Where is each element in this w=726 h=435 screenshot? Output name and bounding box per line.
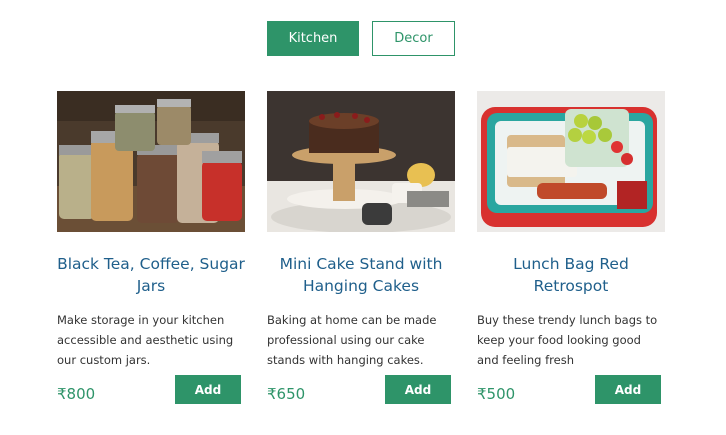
product-description: Buy these trendy lunch bags to keep your… — [477, 313, 658, 367]
product-card: Mini Cake Stand with Hanging Cakes Bakin… — [267, 91, 455, 370]
product-description: Baking at home can be made professional … — [267, 313, 437, 367]
product-image-cake — [267, 91, 455, 232]
tab-kitchen[interactable]: Kitchen — [267, 21, 359, 56]
product-price: ₹800 — [57, 385, 96, 403]
product-price: ₹650 — [267, 385, 306, 403]
product-card: Black Tea, Coffee, Sugar Jars Make stora… — [57, 91, 245, 370]
product-card: Lunch Bag Red Retrospot Buy these trendy… — [477, 91, 665, 370]
product-title: Black Tea, Coffee, Sugar Jars — [57, 255, 245, 295]
product-title: Mini Cake Stand with Hanging Cakes — [279, 255, 443, 295]
add-button[interactable]: Add — [595, 375, 661, 404]
product-price: ₹500 — [477, 385, 516, 403]
product-title: Lunch Bag Red Retrospot — [513, 255, 629, 295]
add-button[interactable]: Add — [175, 375, 241, 404]
add-button[interactable]: Add — [385, 375, 451, 404]
product-description: Make storage in your kitchen accessible … — [57, 313, 234, 367]
category-tabs: Kitchen Decor — [267, 21, 455, 56]
tab-decor[interactable]: Decor — [372, 21, 455, 56]
product-image-lunch-bag — [477, 91, 665, 232]
product-image-jars — [57, 91, 245, 232]
